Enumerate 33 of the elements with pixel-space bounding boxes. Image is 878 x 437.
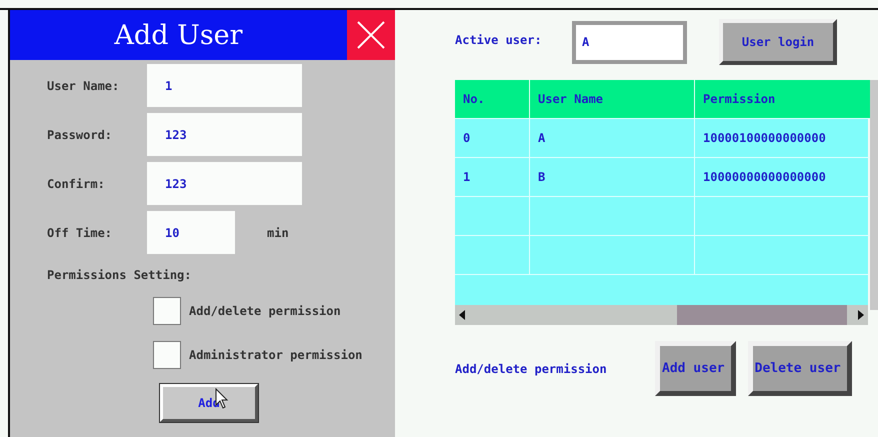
- table-cell: A: [530, 118, 695, 157]
- field-label: User Name:: [46, 78, 120, 92]
- checkbox[interactable]: [153, 297, 181, 325]
- checkbox-label: Add/delete permission: [189, 304, 341, 318]
- vertical-scrollbar[interactable]: [870, 80, 878, 310]
- field-label: Off Time:: [46, 226, 114, 240]
- action-button[interactable]: Delete user: [748, 341, 852, 396]
- user-login-button[interactable]: User login: [719, 19, 837, 65]
- field-label: Password:: [46, 128, 114, 142]
- column-header: User Name: [530, 80, 695, 118]
- active-user-field[interactable]: A: [572, 20, 687, 64]
- input-field[interactable]: 123: [147, 162, 302, 205]
- input-field[interactable]: 1: [147, 64, 302, 107]
- close-icon: [356, 20, 386, 50]
- table-cell: 0: [455, 118, 530, 157]
- permission-label: Add/delete permission: [455, 362, 608, 376]
- action-button[interactable]: Add user: [655, 341, 736, 396]
- active-user-label: Active user:: [455, 33, 543, 47]
- left-arrow-icon[interactable]: [459, 310, 465, 320]
- field-label: Confirm:: [46, 176, 106, 190]
- column-header: No.: [455, 80, 530, 118]
- section-label: Permissions Setting:: [46, 268, 192, 282]
- table-cell: 1: [455, 157, 530, 196]
- horizontal-scrollbar[interactable]: [455, 305, 868, 325]
- right-arrow-icon[interactable]: [858, 310, 864, 320]
- table-cell: B: [530, 157, 695, 196]
- checkbox-label: Administrator permission: [189, 348, 362, 362]
- input-field[interactable]: 10: [147, 211, 235, 254]
- checkbox[interactable]: [153, 341, 181, 369]
- input-field[interactable]: 123: [147, 113, 302, 156]
- dialog-title: Add User: [10, 10, 347, 60]
- unit-label: min: [267, 226, 289, 240]
- close-button[interactable]: [347, 10, 395, 60]
